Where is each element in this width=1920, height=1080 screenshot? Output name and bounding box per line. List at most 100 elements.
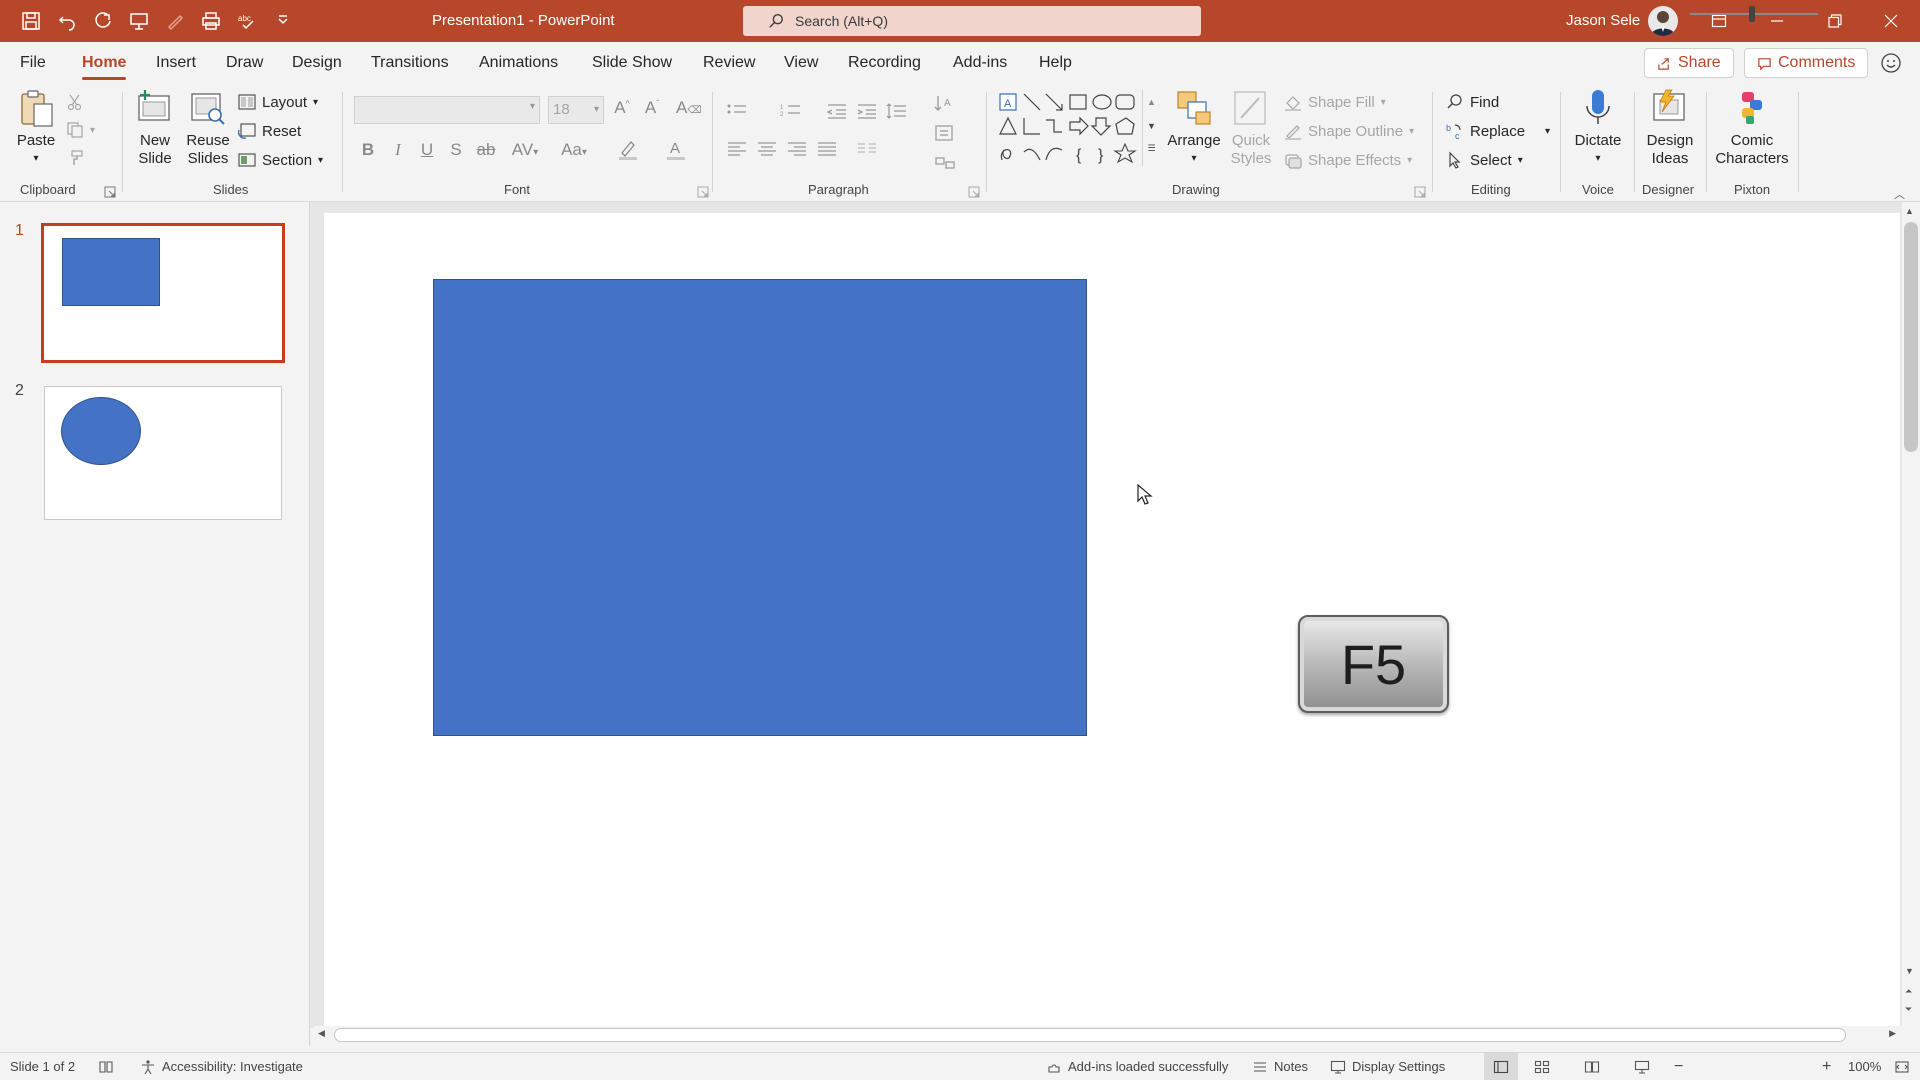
avatar[interactable] xyxy=(1648,6,1678,36)
horizontal-scroll-thumb[interactable] xyxy=(334,1028,1846,1042)
tab-help[interactable]: Help xyxy=(1039,42,1072,84)
align-text-icon[interactable] xyxy=(934,124,956,142)
scroll-right-icon[interactable]: ▶ xyxy=(1889,1028,1896,1039)
chevron-up-icon[interactable]: ▲ xyxy=(1143,90,1160,114)
tab-home[interactable]: Home xyxy=(82,42,127,84)
shapes-gallery-scroll[interactable]: ▲ ▼ ☰ xyxy=(1142,90,1160,166)
display-settings-button[interactable]: Display Settings xyxy=(1330,1053,1445,1080)
replace-button[interactable]: bc Replace ▾ xyxy=(1446,119,1550,143)
text-shadow-icon[interactable]: S xyxy=(444,140,468,160)
align-center-icon[interactable] xyxy=(756,140,778,158)
reset-button[interactable]: Reset xyxy=(238,119,301,143)
font-name-combobox[interactable]: ▾ xyxy=(354,96,540,124)
gallery-more-icon[interactable]: ☰ xyxy=(1143,138,1160,158)
shapes-gallery[interactable]: A { } xyxy=(996,90,1160,166)
new-slide-button[interactable]: New Slide xyxy=(130,88,180,168)
change-case-icon[interactable]: Aa▾ xyxy=(554,140,594,160)
zoom-out-icon[interactable]: − xyxy=(1674,1053,1683,1080)
tab-insert[interactable]: Insert xyxy=(156,42,196,84)
addins-status[interactable]: Add-ins loaded successfully xyxy=(1046,1053,1228,1080)
arrange-button[interactable]: Arrange ▾ xyxy=(1166,88,1222,168)
blue-rectangle-shape[interactable] xyxy=(433,279,1087,736)
shape-outline-button[interactable]: Shape Outline ▾ xyxy=(1284,119,1414,143)
bold-icon[interactable]: B xyxy=(356,140,380,160)
paste-button[interactable]: Paste ▾ xyxy=(14,88,58,168)
character-spacing-icon[interactable]: AV▾ xyxy=(508,140,542,160)
ribbon-display-icon[interactable] xyxy=(1690,0,1748,42)
chevron-down-icon[interactable]: ▼ xyxy=(1143,114,1160,138)
tab-transitions[interactable]: Transitions xyxy=(371,42,449,84)
accessibility-button[interactable]: Accessibility: Investigate xyxy=(140,1053,303,1080)
dictate-button[interactable]: Dictate ▾ xyxy=(1568,88,1628,168)
align-left-icon[interactable] xyxy=(726,140,748,158)
cut-button[interactable] xyxy=(66,90,84,114)
quick-styles-button[interactable]: Quick Styles xyxy=(1226,88,1276,168)
tab-slide-show[interactable]: Slide Show xyxy=(592,42,672,84)
underline-icon[interactable]: U xyxy=(415,140,439,160)
pen-icon[interactable] xyxy=(162,8,188,34)
presentation-icon[interactable] xyxy=(126,8,152,34)
slide-thumbnail-1[interactable] xyxy=(41,223,285,363)
tab-draw[interactable]: Draw xyxy=(226,42,263,84)
numbering-icon[interactable]: 12 xyxy=(780,102,802,120)
tab-file[interactable]: File xyxy=(20,42,46,84)
slide-sorter-icon[interactable] xyxy=(1534,1053,1550,1080)
line-spacing-icon[interactable] xyxy=(886,102,908,120)
smiley-icon[interactable] xyxy=(1880,52,1902,74)
scroll-down-icon[interactable]: ▼ xyxy=(1905,966,1914,976)
tab-animations[interactable]: Animations xyxy=(479,42,558,84)
increase-indent-icon[interactable] xyxy=(856,102,878,120)
print-icon[interactable] xyxy=(198,8,224,34)
reuse-slides-button[interactable]: Reuse Slides xyxy=(184,88,232,168)
customize-qat-icon[interactable] xyxy=(270,8,296,34)
tab-design[interactable]: Design xyxy=(292,42,342,84)
smartart-icon[interactable] xyxy=(934,154,956,172)
collapse-ribbon-icon[interactable]: ︿ xyxy=(1894,186,1905,202)
text-direction-icon[interactable]: A xyxy=(934,94,956,112)
vertical-scroll-thumb[interactable] xyxy=(1904,222,1918,452)
bullets-icon[interactable] xyxy=(726,102,748,120)
undo-icon[interactable] xyxy=(54,8,80,34)
dialog-launcher-icon[interactable] xyxy=(697,186,709,198)
dialog-launcher-icon[interactable] xyxy=(104,186,116,198)
tab-review[interactable]: Review xyxy=(703,42,755,84)
minimize-icon[interactable] xyxy=(1748,0,1806,42)
section-button[interactable]: Section ▾ xyxy=(238,148,323,172)
dialog-launcher-icon[interactable] xyxy=(968,186,980,198)
font-size-combobox[interactable]: 18 ▾ xyxy=(548,96,604,124)
normal-view-icon[interactable] xyxy=(1484,1053,1518,1080)
copy-button[interactable]: ▾ xyxy=(66,118,95,142)
zoom-in-icon[interactable]: + xyxy=(1822,1053,1831,1080)
tab-recording[interactable]: Recording xyxy=(848,42,921,84)
dialog-launcher-icon[interactable] xyxy=(1414,186,1426,198)
columns-icon[interactable] xyxy=(856,140,878,158)
slide-thumbnail-2[interactable] xyxy=(44,386,282,520)
next-slide-icon[interactable]: ⏷ xyxy=(1905,1004,1912,1015)
search-box[interactable]: Search (Alt+Q) xyxy=(743,6,1201,36)
redo-icon[interactable] xyxy=(90,8,116,34)
previous-slide-icon[interactable]: ⏶ xyxy=(1905,986,1912,997)
fit-slide-icon[interactable] xyxy=(1894,1053,1910,1080)
close-icon[interactable] xyxy=(1862,0,1920,42)
user-name[interactable]: Jason Sele xyxy=(1566,0,1640,42)
font-color-icon[interactable]: A xyxy=(656,138,696,165)
scroll-up-icon[interactable]: ▲ xyxy=(1905,206,1914,216)
decrease-indent-icon[interactable] xyxy=(826,102,848,120)
highlight-icon[interactable] xyxy=(608,138,648,165)
zoom-level[interactable]: 100% xyxy=(1848,1053,1881,1080)
shape-fill-button[interactable]: Shape Fill ▾ xyxy=(1284,90,1386,114)
tab-add-ins[interactable]: Add-ins xyxy=(953,42,1007,84)
save-icon[interactable] xyxy=(18,8,44,34)
find-button[interactable]: Find xyxy=(1446,90,1499,114)
restore-icon[interactable] xyxy=(1806,0,1864,42)
format-painter-button[interactable] xyxy=(66,146,84,170)
notes-button[interactable]: Notes xyxy=(1252,1053,1308,1080)
comments-button[interactable]: Comments xyxy=(1744,48,1869,78)
justify-icon[interactable] xyxy=(816,140,838,158)
italic-icon[interactable]: I xyxy=(386,140,410,160)
share-button[interactable]: Share xyxy=(1644,48,1734,78)
notes-view-icon[interactable] xyxy=(98,1053,114,1080)
select-button[interactable]: Select ▾ xyxy=(1446,148,1523,172)
scroll-left-icon[interactable]: ◀ xyxy=(318,1028,325,1039)
strikethrough-icon[interactable]: ab xyxy=(474,140,498,160)
